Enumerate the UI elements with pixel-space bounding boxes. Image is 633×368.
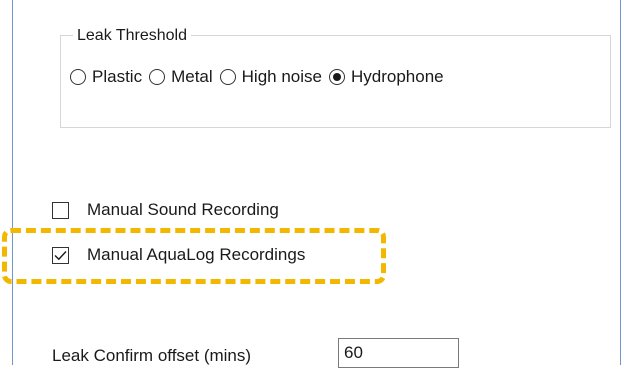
- leak-threshold-legend: Leak Threshold: [73, 27, 191, 45]
- manual-sound-recording-label: Manual Sound Recording: [87, 200, 279, 219]
- radio-hydrophone[interactable]: Hydrophone: [328, 67, 444, 87]
- radio-metal[interactable]: Metal: [149, 67, 213, 87]
- radio-plastic-label: Plastic: [92, 67, 143, 86]
- panel-left-border: [12, 0, 13, 365]
- radio-high-noise[interactable]: High noise: [219, 67, 322, 87]
- radio-plastic-circle[interactable]: [70, 69, 86, 85]
- radio-metal-label: Metal: [171, 67, 213, 86]
- leak-confirm-offset-label: Leak Confirm offset (mins): [52, 346, 252, 365]
- radio-selected-dot: [332, 73, 341, 81]
- manual-sound-recording-checkbox[interactable]: [52, 201, 69, 219]
- radio-high-noise-circle[interactable]: [219, 69, 236, 85]
- settings-panel: Leak Threshold Plastic Metal High noise …: [0, 0, 633, 368]
- radio-high-noise-label: High noise: [241, 67, 322, 86]
- manual-sound-recording-option[interactable]: Manual Sound Recording: [52, 200, 279, 220]
- radio-hydrophone-circle[interactable]: [328, 69, 345, 85]
- radio-metal-circle[interactable]: [149, 69, 166, 85]
- radio-hydrophone-label: Hydrophone: [350, 67, 444, 86]
- leak-threshold-options: Plastic Metal High noise Hydrophone: [70, 67, 451, 87]
- radio-plastic[interactable]: Plastic: [70, 67, 142, 87]
- leak-confirm-offset-input[interactable]: 60: [338, 338, 459, 368]
- highlight-annotation: [2, 228, 386, 284]
- panel-right-border: [620, 0, 621, 365]
